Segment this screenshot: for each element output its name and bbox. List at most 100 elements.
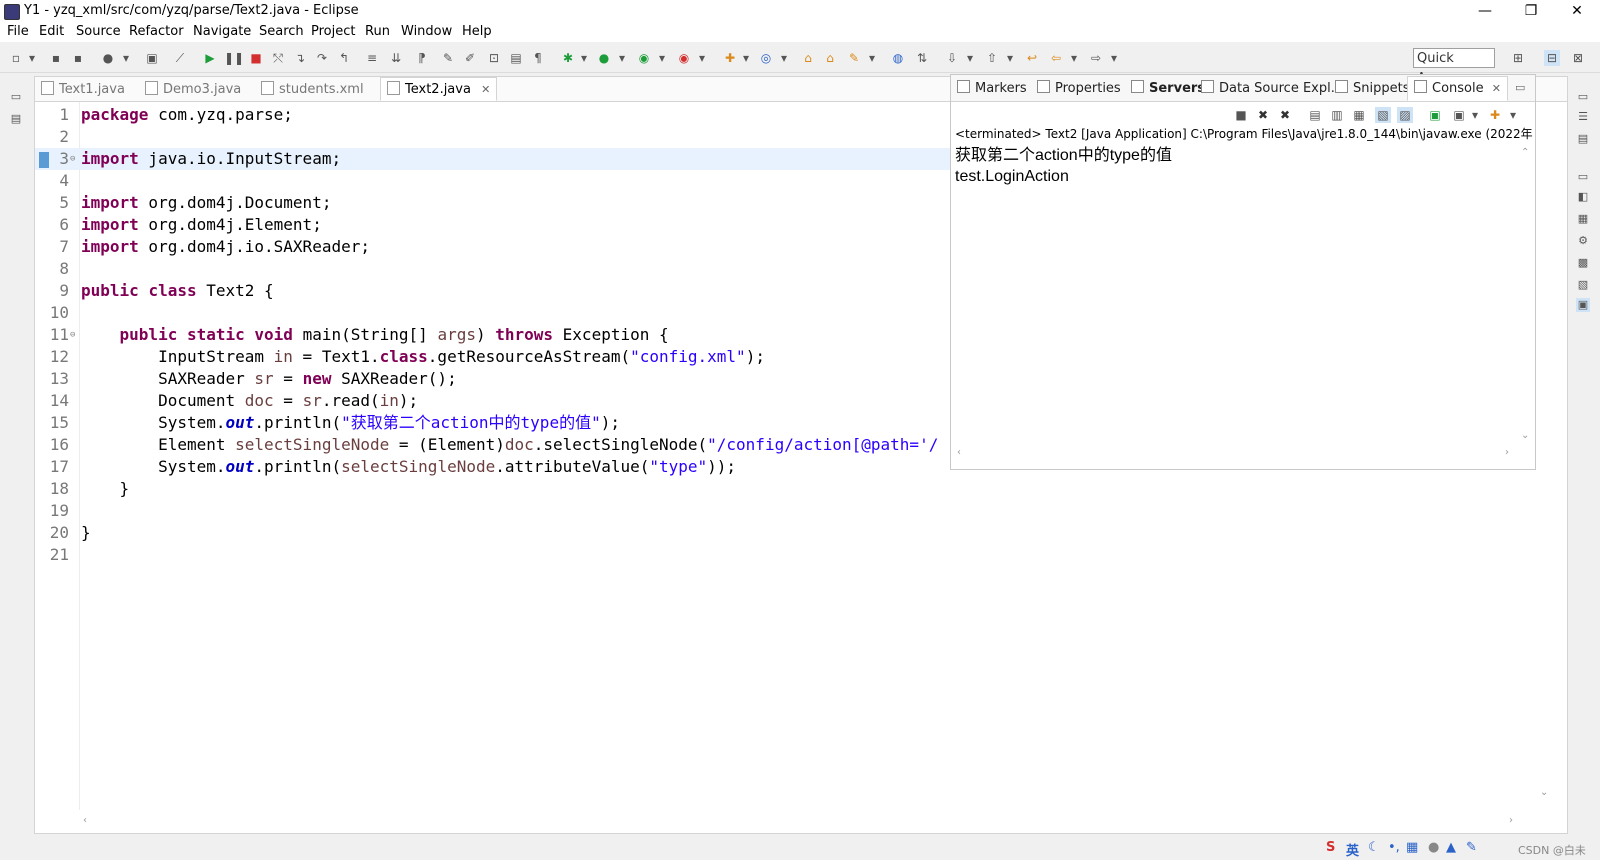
drop-to-frame-icon[interactable]: ⇊ (388, 50, 404, 66)
tab-text2-java[interactable]: Text2.java ✕ (380, 77, 498, 101)
dropdown-arrow-icon[interactable]: ▾ (614, 50, 630, 66)
step-over-icon[interactable]: ↷ (314, 50, 330, 66)
tools-icon[interactable]: ✎ (1466, 840, 1477, 855)
last-edit-icon[interactable]: ↩ (1024, 50, 1040, 66)
new-java-project-icon[interactable]: ✚ (722, 50, 738, 66)
menu-navigate[interactable]: Navigate (193, 24, 251, 39)
dropdown-arrow-icon[interactable]: ▾ (694, 50, 710, 66)
code-line[interactable]: 17 System.out.println(selectSingleNode.a… (35, 456, 970, 478)
code-line[interactable]: 8 (35, 258, 970, 280)
java-ee-perspective-icon[interactable]: ⊟ (1544, 50, 1560, 66)
external-tools-icon[interactable]: ◉ (676, 50, 692, 66)
tab-data-source-explorer[interactable]: Data Source Expl... (1201, 80, 1343, 96)
suspend-icon[interactable]: ❚❚ (224, 50, 244, 66)
scroll-up-icon[interactable]: ⌃ (1521, 147, 1529, 158)
run-icon[interactable]: ● (596, 50, 612, 66)
pin-console-icon[interactable]: ▣ (1427, 107, 1443, 123)
scroll-right-icon[interactable]: › (1505, 447, 1509, 458)
code-line[interactable]: 20} (35, 522, 970, 544)
java-perspective-icon[interactable]: ⊠ (1570, 50, 1586, 66)
prev-annotation-icon[interactable]: ⇧ (984, 50, 1000, 66)
show-on-stderr-icon[interactable]: ▨ (1397, 107, 1413, 123)
dropdown-arrow-icon[interactable]: ▾ (962, 50, 978, 66)
tab-servers[interactable]: Servers (1131, 80, 1205, 96)
scroll-right-icon[interactable]: › (1509, 815, 1513, 826)
coverage-icon[interactable]: ◉ (636, 50, 652, 66)
menu-window[interactable]: Window (401, 24, 452, 39)
close-tab-icon[interactable]: ✕ (1492, 82, 1501, 95)
code-line[interactable]: 21 (35, 544, 970, 566)
save-icon[interactable]: ▪ (48, 50, 64, 66)
markers-icon[interactable]: ◧ (1576, 190, 1590, 204)
code-line[interactable]: 14 Document doc = sr.read(in); (35, 390, 970, 412)
dropdown-arrow-icon[interactable]: ▾ (24, 50, 40, 66)
save-all-icon[interactable]: ▪ (70, 50, 86, 66)
word-wrap-icon[interactable]: ▦ (1351, 107, 1367, 123)
scroll-lock-icon[interactable]: ▥ (1329, 107, 1345, 123)
disconnect-icon[interactable]: ⤲ (270, 50, 286, 66)
back-icon[interactable]: ⇦ (1048, 50, 1064, 66)
pen-icon[interactable]: ✎ (440, 50, 456, 66)
close-button[interactable]: ✕ (1554, 0, 1600, 22)
code-line[interactable]: 15 System.out.println("获取第二个action中的type… (35, 412, 970, 434)
snippets-icon[interactable]: ▧ (1576, 278, 1590, 292)
open-console-icon[interactable]: ✚ (1487, 107, 1503, 123)
scroll-down-icon[interactable]: ⌄ (1540, 787, 1548, 798)
clear-console-icon[interactable]: ▤ (1307, 107, 1323, 123)
terminal-icon[interactable]: ▣ (144, 50, 160, 66)
code-line[interactable]: 12 InputStream in = Text1.class.getResou… (35, 346, 970, 368)
keyboard-icon[interactable]: ▦ (1406, 840, 1418, 855)
quick-access-input[interactable]: Quick Access (1413, 48, 1495, 86)
use-step-filters-icon[interactable]: ≡ (364, 50, 380, 66)
properties-icon[interactable]: ▦ (1576, 212, 1590, 226)
menu-project[interactable]: Project (311, 24, 355, 39)
terminate-icon[interactable]: ■ (248, 50, 264, 66)
next-annotation-icon[interactable]: ⇩ (944, 50, 960, 66)
editor-vertical-scrollbar[interactable]: ⌄ (1537, 317, 1551, 807)
block-select-icon[interactable]: ⊡ (486, 50, 502, 66)
tab-markers[interactable]: Markers (957, 80, 1027, 96)
dropdown-arrow-icon[interactable]: ▾ (576, 50, 592, 66)
remove-all-launches-icon[interactable]: ✖ (1277, 107, 1293, 123)
dropdown-arrow-icon[interactable]: ▾ (118, 50, 134, 66)
toggle-mark-icon[interactable]: ⁋ (414, 50, 430, 66)
code-line[interactable]: 10 (35, 302, 970, 324)
dropdown-arrow-icon[interactable]: ▾ (1106, 50, 1122, 66)
code-editor[interactable]: 1 package com.yzq.parse; 2 3 ⊖ import java.… (35, 102, 970, 810)
tab-students-xml[interactable]: students.xml (261, 81, 364, 97)
ime-mode[interactable]: 英 (1346, 840, 1359, 859)
code-line[interactable]: 19 (35, 500, 970, 522)
task-list-icon[interactable]: ▤ (1576, 132, 1590, 146)
menu-help[interactable]: Help (462, 24, 492, 39)
outline-icon[interactable]: ☰ (1576, 110, 1590, 124)
dropdown-arrow-icon[interactable]: ▾ (1467, 107, 1483, 123)
scroll-left-icon[interactable]: ‹ (83, 815, 87, 826)
search-icon[interactable]: ✎ (846, 50, 862, 66)
punctuation-icon[interactable]: •, (1388, 840, 1400, 855)
code-line[interactable]: 2 (35, 126, 970, 148)
editor-horizontal-scrollbar[interactable]: ‹ › (79, 815, 1519, 830)
code-line[interactable]: 11 ⊖ public static void main(String[] arg… (35, 324, 970, 346)
menu-edit[interactable]: Edit (39, 24, 64, 39)
skin-icon[interactable]: ▲ (1446, 840, 1456, 855)
open-task-icon[interactable]: ⌂ (822, 50, 838, 66)
restore-icon[interactable]: ▭ (9, 90, 23, 104)
restore-icon[interactable]: ▭ (1576, 170, 1590, 184)
code-line[interactable]: 13 SAXReader sr = new SAXReader(); (35, 368, 970, 390)
fold-toggle-icon[interactable]: ⊖ (70, 148, 78, 170)
paragraph-icon[interactable]: ¶ (530, 50, 546, 66)
data-source-icon[interactable]: ▩ (1576, 256, 1590, 270)
code-line[interactable]: 9 public class Text2 { (35, 280, 970, 302)
sogou-ime-icon[interactable]: S (1326, 840, 1335, 855)
menu-search[interactable]: Search (259, 24, 304, 39)
code-line[interactable]: 4 (35, 170, 970, 192)
restore-icon[interactable]: ▭ (1576, 90, 1590, 104)
display-console-icon[interactable]: ▣ (1451, 107, 1467, 123)
scroll-left-icon[interactable]: ‹ (957, 447, 961, 458)
tab-text1-java[interactable]: Text1.java (41, 81, 125, 97)
user-icon[interactable]: ● (1428, 840, 1439, 855)
code-line[interactable]: 6 import org.dom4j.Element; (35, 214, 970, 236)
show-on-stdout-icon[interactable]: ▧ (1375, 107, 1391, 123)
menu-refactor[interactable]: Refactor (129, 24, 184, 39)
new-icon[interactable]: ▫ (8, 50, 24, 66)
